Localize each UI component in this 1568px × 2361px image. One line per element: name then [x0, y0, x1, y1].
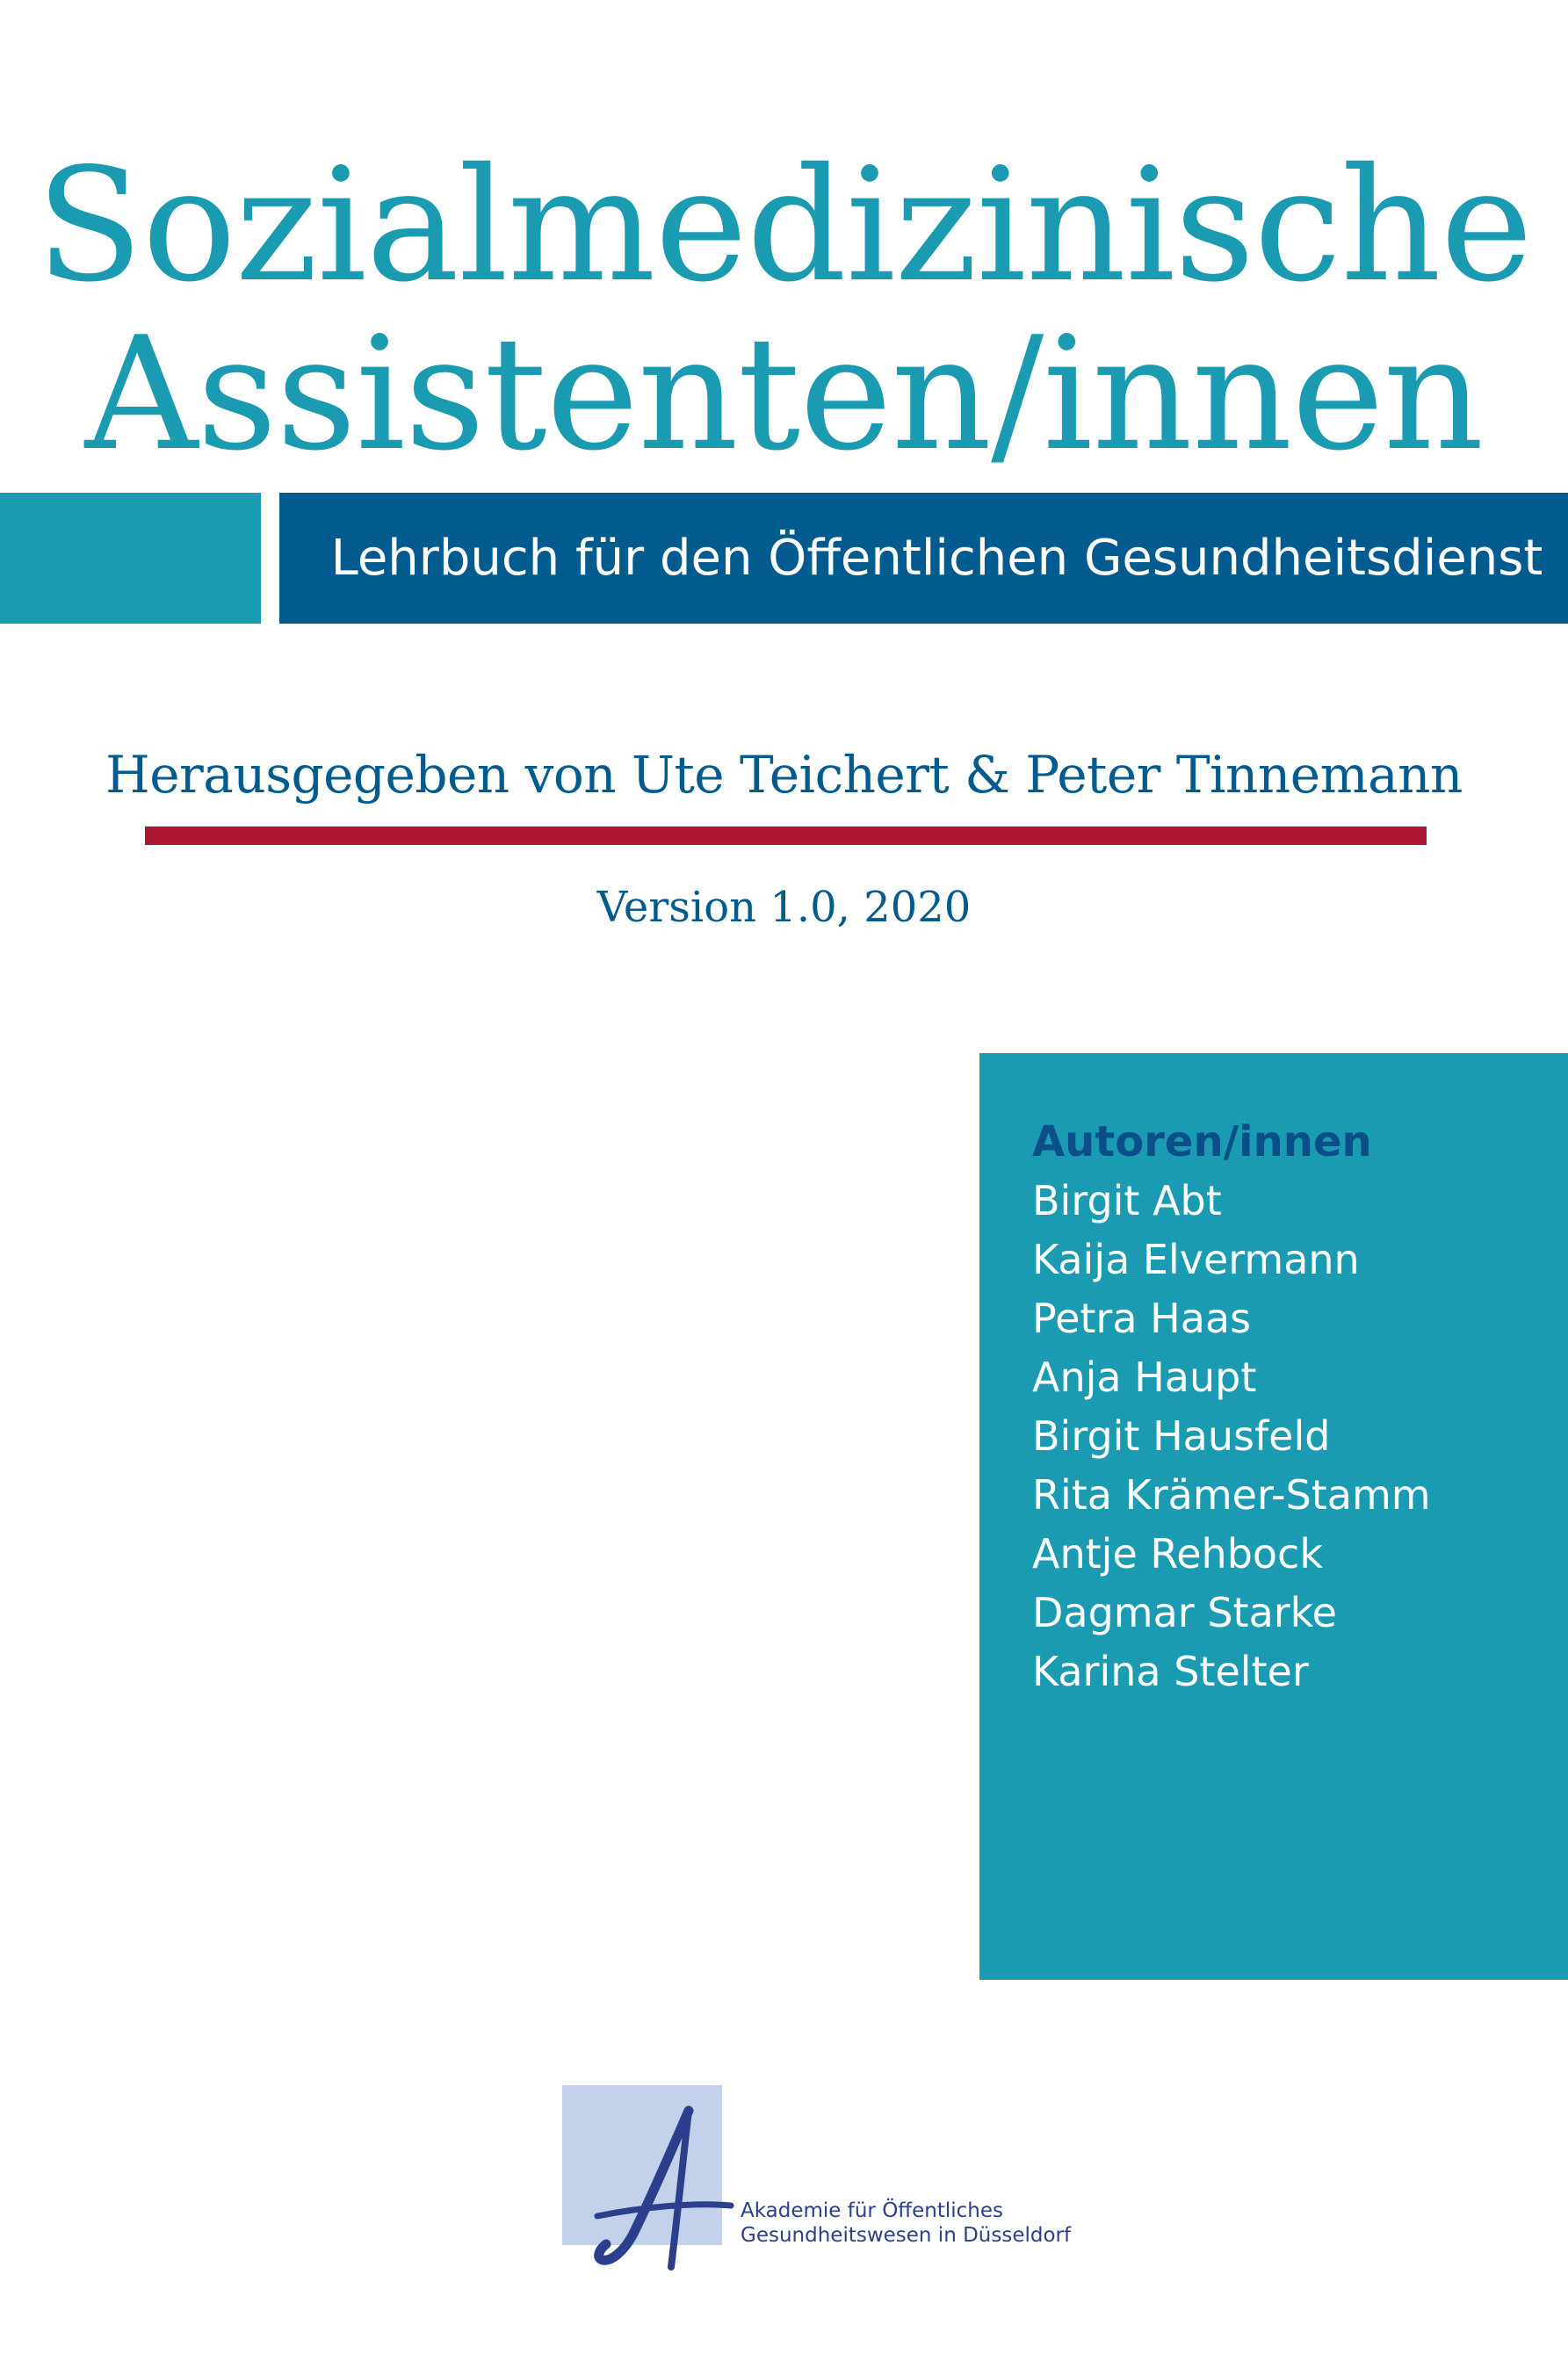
publisher-line-2: Gesundheitswesen in Düsseldorf: [741, 2224, 1072, 2247]
teal-accent-band: [0, 493, 261, 624]
author-name: Birgit Abt: [1032, 1177, 1222, 1224]
title-line-1: Sozialmedizinische: [35, 134, 1533, 316]
akademie-a-logo-icon: [594, 2105, 734, 2271]
subtitle-band: Lehrbuch für den Öffentlichen Gesundheit…: [279, 493, 1568, 624]
author-name: Antje Rehbock: [1032, 1530, 1323, 1578]
authors-list: Birgit Abt Kaija Elvermann Petra Haas An…: [1032, 1172, 1568, 1701]
red-divider: [145, 827, 1427, 845]
version-line: Version 1.0, 2020: [596, 883, 972, 932]
title-line-2: Assistenten/innen: [84, 303, 1485, 485]
subtitle: Lehrbuch für den Öffentlichen Gesundheit…: [330, 530, 1543, 587]
publisher-line-1: Akademie für Öffentliches: [741, 2199, 1004, 2222]
author-name: Rita Krämer-Stamm: [1032, 1471, 1431, 1519]
authors-panel: Autoren/innen Birgit Abt Kaija Elvermann…: [979, 1053, 1568, 1980]
author-name: Anja Haupt: [1032, 1354, 1257, 1401]
author-name: Dagmar Starke: [1032, 1589, 1337, 1636]
author-name: Petra Haas: [1032, 1295, 1252, 1342]
publisher-name: Akademie für Öffentliches Gesundheitswes…: [741, 2199, 1071, 2248]
authors-heading: Autoren/innen: [1032, 1117, 1372, 1166]
editors-line: Herausgegeben von Ute Teichert & Peter T…: [105, 745, 1463, 805]
author-name: Birgit Hausfeld: [1032, 1412, 1331, 1460]
author-name: Kaija Elvermann: [1032, 1236, 1360, 1283]
author-name: Karina Stelter: [1032, 1648, 1309, 1695]
